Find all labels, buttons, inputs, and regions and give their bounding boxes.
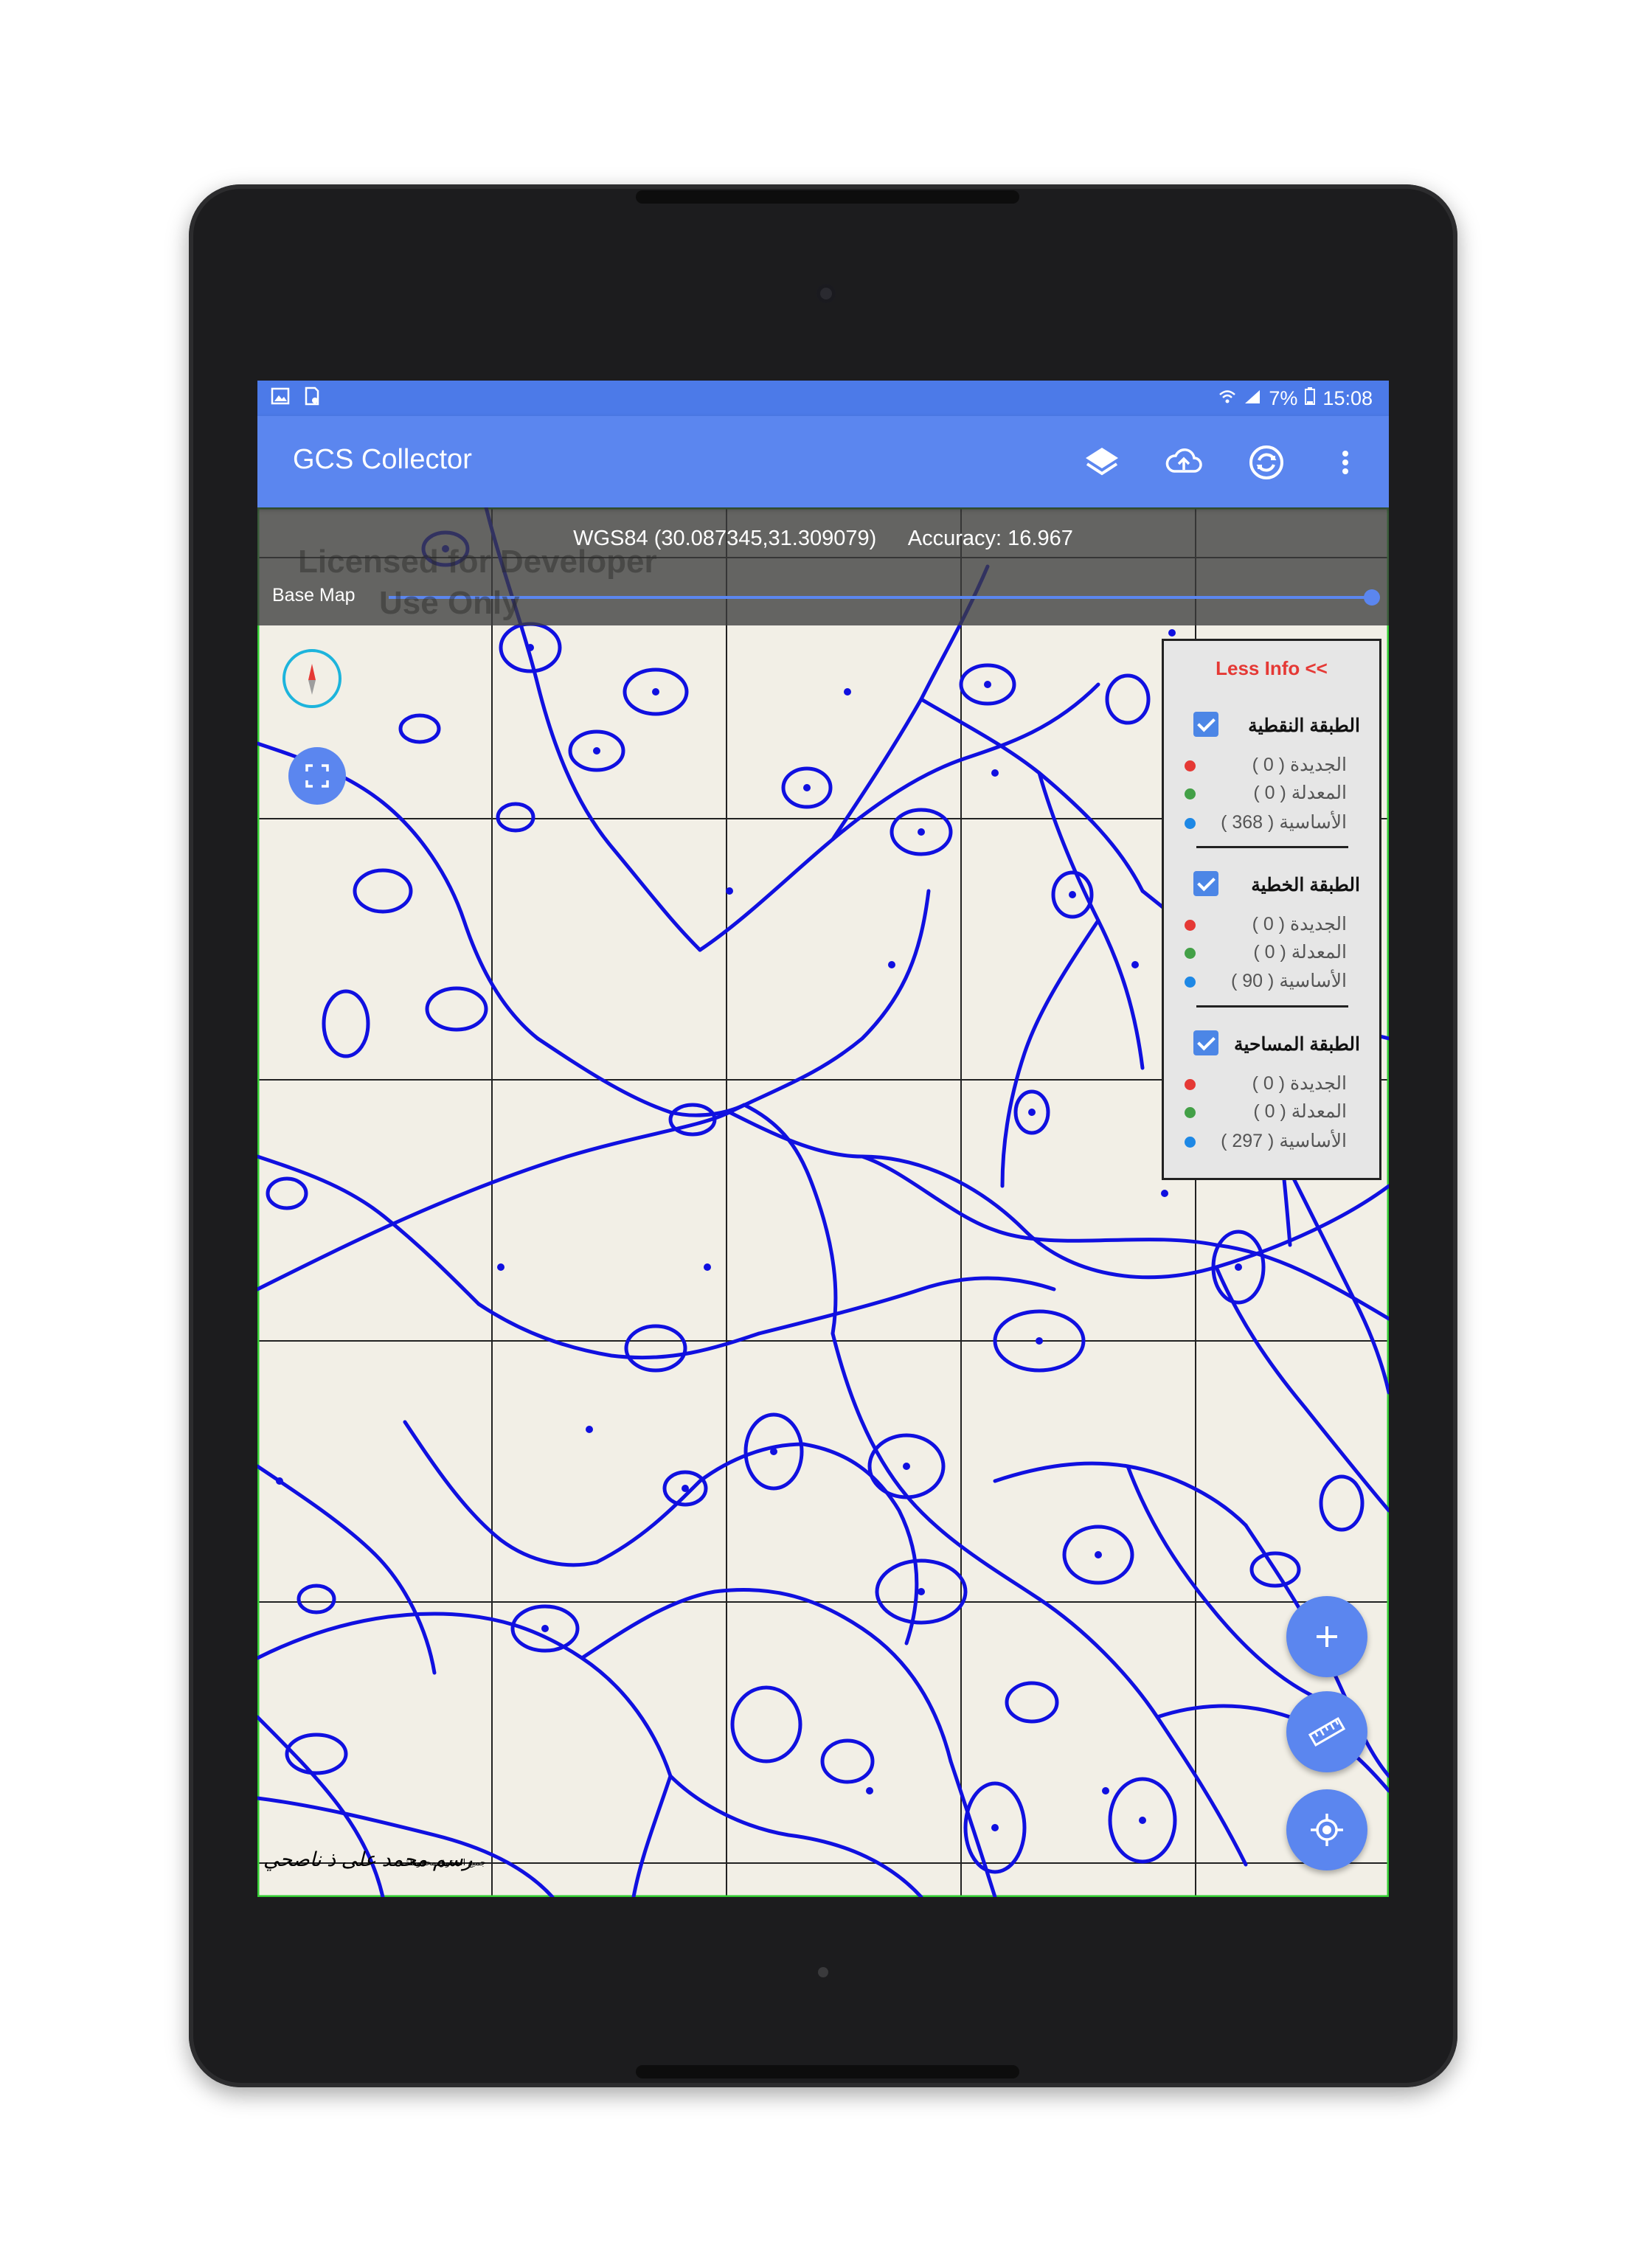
overflow-menu-button[interactable] bbox=[1320, 437, 1371, 488]
line-modified-row: المعدلة ( 0 ) bbox=[1253, 942, 1347, 963]
less-info-toggle[interactable]: Less Info << bbox=[1164, 657, 1379, 680]
watermark-line-1: Licensed for Developer bbox=[298, 544, 657, 580]
modified-status-dot bbox=[1185, 788, 1196, 800]
my-location-button[interactable] bbox=[1286, 1789, 1367, 1870]
base-status-dot bbox=[1185, 977, 1196, 988]
accuracy-text: Accuracy: 16.967 bbox=[907, 527, 1073, 550]
watermark-line-2: Use Only bbox=[379, 585, 520, 621]
polygon-new-row: الجديدة ( 0 ) bbox=[1252, 1073, 1347, 1094]
status-bar: 7% 15:08 bbox=[257, 381, 1389, 416]
front-camera bbox=[816, 284, 836, 303]
wifi-icon bbox=[1218, 387, 1236, 410]
point-modified-row: المعدلة ( 0 ) bbox=[1253, 783, 1347, 803]
ruler-icon bbox=[1308, 1717, 1346, 1747]
speaker-grille-top bbox=[636, 190, 1019, 204]
upload-button[interactable] bbox=[1158, 437, 1210, 488]
fullscreen-button[interactable] bbox=[288, 747, 346, 805]
layers-icon bbox=[1086, 448, 1118, 476]
layers-button[interactable] bbox=[1076, 437, 1128, 488]
compass-icon bbox=[308, 664, 316, 695]
line-layer-title: الطبقة الخطية bbox=[1251, 875, 1360, 895]
line-new-row: الجديدة ( 0 ) bbox=[1252, 914, 1347, 934]
new-status-dot bbox=[1185, 920, 1196, 931]
clock: 15:08 bbox=[1322, 387, 1373, 409]
modified-status-dot bbox=[1185, 948, 1196, 959]
base-status-dot bbox=[1185, 1137, 1196, 1148]
measure-button[interactable] bbox=[1286, 1691, 1367, 1772]
cloud-upload-icon bbox=[1165, 448, 1202, 473]
device-screen: 7% 15:08 GCS Collector WGS84 (30.087345,… bbox=[257, 381, 1389, 1897]
my-location-icon bbox=[1311, 1814, 1343, 1846]
polygon-modified-row: المعدلة ( 0 ) bbox=[1253, 1101, 1347, 1122]
app-bar: GCS Collector bbox=[257, 416, 1389, 507]
image-icon bbox=[271, 386, 290, 409]
battery-level: 7% bbox=[1269, 387, 1298, 409]
point-layer-title: الطبقة النقطية bbox=[1248, 715, 1360, 736]
slider-thumb[interactable] bbox=[1364, 589, 1380, 606]
more-vert-icon bbox=[1342, 451, 1348, 474]
polygon-layer-checkbox[interactable] bbox=[1193, 1030, 1218, 1055]
copyright-note: جميع الحقوق محفوظة bbox=[405, 1857, 486, 1868]
app-title: GCS Collector bbox=[293, 444, 472, 475]
license-watermark: Licensed for Developer Use Only bbox=[298, 541, 657, 624]
add-feature-button[interactable] bbox=[1286, 1596, 1367, 1677]
signal-icon bbox=[1244, 387, 1261, 410]
storage-icon bbox=[302, 386, 321, 409]
bottom-sensor bbox=[818, 1967, 828, 1977]
new-status-dot bbox=[1185, 760, 1196, 771]
line-layer-checkbox[interactable] bbox=[1193, 871, 1218, 896]
sync-button[interactable] bbox=[1241, 437, 1292, 488]
speaker-grille-bottom bbox=[636, 2065, 1019, 2078]
polygon-layer-title: الطبقة المساحية bbox=[1234, 1034, 1360, 1055]
modified-status-dot bbox=[1185, 1107, 1196, 1118]
fullscreen-icon bbox=[305, 764, 329, 788]
sync-icon bbox=[1249, 445, 1283, 479]
compass-button[interactable] bbox=[282, 649, 341, 708]
add-icon bbox=[1317, 1626, 1337, 1647]
polygon-base-row: الأساسية ( 297 ) bbox=[1221, 1131, 1347, 1151]
new-status-dot bbox=[1185, 1079, 1196, 1090]
point-new-row: الجديدة ( 0 ) bbox=[1252, 755, 1347, 775]
point-layer-checkbox[interactable] bbox=[1193, 712, 1218, 737]
legend-divider bbox=[1196, 846, 1348, 848]
layer-legend-panel: Less Info << الطبقة النقطية الجديدة ( 0 … bbox=[1162, 639, 1381, 1180]
battery-icon bbox=[1305, 387, 1316, 410]
legend-divider bbox=[1196, 1005, 1348, 1008]
base-status-dot bbox=[1185, 818, 1196, 829]
line-base-row: الأساسية ( 90 ) bbox=[1231, 971, 1347, 991]
point-base-row: الأساسية ( 368 ) bbox=[1221, 812, 1347, 833]
